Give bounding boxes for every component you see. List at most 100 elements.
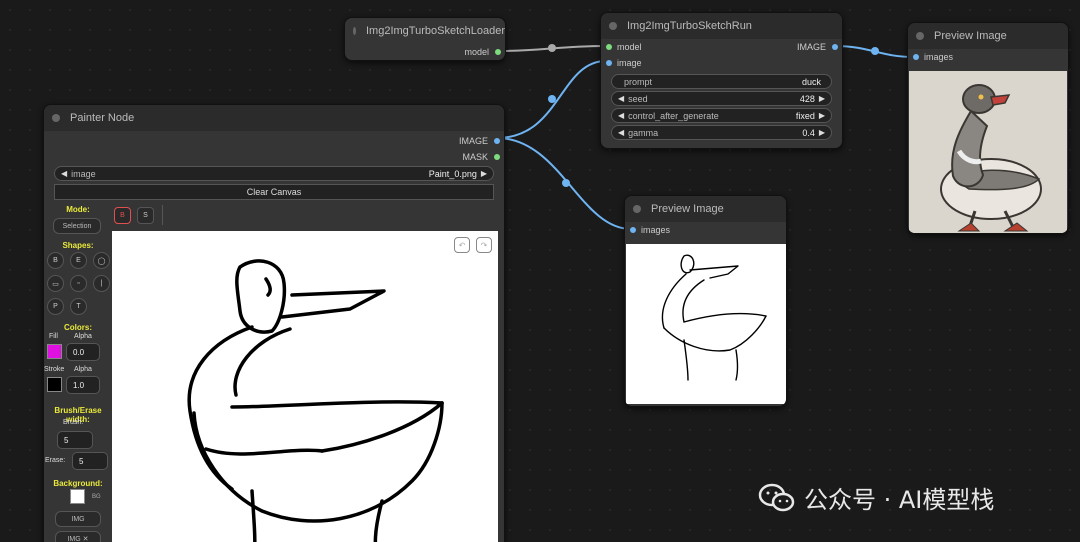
node-header[interactable]: Painter Node [44, 105, 504, 131]
output-port-icon[interactable] [495, 49, 501, 55]
shape-circle-button[interactable]: ◯ [93, 252, 110, 269]
stroke-alpha-label: Alpha [74, 366, 92, 373]
node-header[interactable]: Img2ImgTurboSketchRun [601, 13, 842, 39]
node-header[interactable]: Preview Image [908, 23, 1068, 49]
widget-value: fixed [795, 110, 815, 121]
shape-rect-button[interactable]: ▭ [47, 275, 64, 292]
painter-node[interactable]: Painter Node IMAGE MASK ◀ image Paint_0.… [43, 104, 505, 542]
input-port-icon[interactable] [630, 227, 636, 233]
slot-label: images [924, 52, 954, 62]
increment-arrow-icon[interactable]: ▶ [819, 111, 825, 120]
watermark-text: 公众号 · AI模型栈 [804, 486, 995, 514]
node-title: Painter Node [70, 112, 135, 124]
seed-widget[interactable]: ◀ seed 428 ▶ [611, 91, 832, 106]
widget-value: 428 [799, 93, 815, 104]
collapse-dot-icon[interactable] [609, 22, 617, 30]
input-slot-model[interactable]: model [601, 39, 642, 55]
slot-label: image [617, 58, 642, 68]
brush-tool-button[interactable]: B [114, 207, 131, 224]
input-slot-images[interactable]: images [625, 222, 786, 238]
link-run-reroute [871, 47, 879, 55]
background-color-swatch[interactable] [70, 489, 85, 504]
prompt-widget[interactable]: prompt duck [611, 74, 832, 89]
preview-image-node-output[interactable]: Preview Image images [907, 22, 1069, 234]
stroke-label: Stroke [44, 366, 65, 373]
selection-mode-button[interactable]: Selection [53, 218, 101, 234]
output-port-icon[interactable] [494, 138, 500, 144]
collapse-dot-icon[interactable] [916, 32, 924, 40]
collapse-dot-icon[interactable] [633, 205, 641, 213]
node-title: Img2ImgTurboSketchLoader [366, 25, 505, 37]
widget-label: control_after_generate [628, 110, 719, 121]
decrement-arrow-icon[interactable]: ◀ [61, 169, 67, 178]
clear-canvas-button[interactable]: Clear Canvas [54, 184, 494, 200]
shape-square-button[interactable]: ▫ [70, 275, 87, 292]
decrement-arrow-icon[interactable]: ◀ [618, 94, 624, 103]
sketch-thumbnail [661, 254, 767, 381]
increment-arrow-icon[interactable]: ▶ [819, 94, 825, 103]
shape-line-button[interactable]: | [93, 275, 110, 292]
generated-duck-image [909, 71, 1067, 233]
collapse-dot-icon[interactable] [52, 114, 60, 122]
node-header[interactable]: Img2ImgTurboSketchLoader [345, 18, 505, 44]
node-header[interactable]: Preview Image [625, 196, 786, 222]
input-port-icon[interactable] [606, 44, 612, 50]
paint-canvas[interactable]: ↶ ↷ [112, 231, 498, 542]
output-port-icon[interactable] [832, 44, 838, 50]
link-model-reroute [548, 44, 556, 52]
mode-label: Mode: [66, 205, 90, 214]
erase-width-input[interactable]: 5 [72, 452, 108, 470]
output-slot-image[interactable]: IMAGE [797, 39, 842, 55]
gamma-widget[interactable]: ◀ gamma 0.4 ▶ [611, 125, 832, 140]
sketch-loader-node[interactable]: Img2ImgTurboSketchLoader model [344, 17, 506, 61]
colors-label: Colors: [64, 323, 92, 332]
duck-sketch [187, 259, 444, 542]
fill-alpha-input[interactable]: 0.0 [66, 343, 100, 361]
input-slot-image[interactable]: image [601, 55, 842, 71]
input-port-icon[interactable] [606, 60, 612, 66]
background-label: Background: [53, 479, 103, 488]
widget-label: gamma [628, 127, 659, 138]
output-port-icon[interactable] [494, 154, 500, 160]
decrement-arrow-icon[interactable]: ◀ [618, 111, 624, 120]
node-title: Preview Image [651, 203, 724, 215]
output-slot-image[interactable]: IMAGE [44, 133, 504, 149]
link-image-reroute-2 [562, 179, 570, 187]
widget-label: prompt [624, 76, 653, 87]
watermark: 公众号 · AI模型栈 [758, 480, 994, 515]
shape-text-button[interactable]: T [70, 298, 87, 315]
shape-polygon-button[interactable]: P [47, 298, 64, 315]
slot-label: IMAGE [796, 42, 826, 52]
increment-arrow-icon[interactable]: ▶ [819, 128, 825, 137]
input-slot-images[interactable]: images [908, 49, 1068, 65]
sketch-run-node[interactable]: Img2ImgTurboSketchRun model IMAGE image … [600, 12, 843, 149]
img-button[interactable]: IMG [55, 511, 101, 527]
decrement-arrow-icon[interactable]: ◀ [618, 128, 624, 137]
erase-label: Erase: [45, 457, 66, 464]
preview-image-node-sketch[interactable]: Preview Image images [624, 195, 787, 407]
output-slot-model[interactable]: model [345, 44, 505, 60]
increment-arrow-icon[interactable]: ▶ [481, 169, 487, 178]
select-tool-button[interactable]: S [137, 207, 154, 224]
node-title: Preview Image [934, 30, 1007, 42]
shape-brush-button[interactable]: B [47, 252, 64, 269]
img-remove-button[interactable]: IMG ✕ [55, 531, 101, 542]
fill-color-swatch[interactable] [47, 344, 62, 359]
fill-alpha-label: Alpha [74, 333, 92, 340]
output-slot-mask[interactable]: MASK [44, 149, 504, 165]
shape-erase-button[interactable]: E [70, 252, 87, 269]
control-after-generate-widget[interactable]: ◀ control_after_generate fixed ▶ [611, 108, 832, 123]
link-image-reroute-1 [548, 95, 556, 103]
input-port-icon[interactable] [913, 54, 919, 60]
widget-label: seed [628, 93, 648, 104]
toolbar-divider [162, 205, 163, 225]
brush-width-input[interactable]: 5 [57, 431, 93, 449]
shapes-label: Shapes: [62, 241, 94, 250]
collapse-dot-icon[interactable] [353, 27, 356, 35]
stroke-color-swatch[interactable] [47, 377, 62, 392]
image-select-widget[interactable]: ◀ image Paint_0.png ▶ [54, 166, 494, 181]
slot-label: IMAGE [458, 136, 488, 146]
stroke-alpha-input[interactable]: 1.0 [66, 376, 100, 394]
sketch-preview-image [626, 244, 786, 404]
wechat-icon [758, 483, 795, 511]
